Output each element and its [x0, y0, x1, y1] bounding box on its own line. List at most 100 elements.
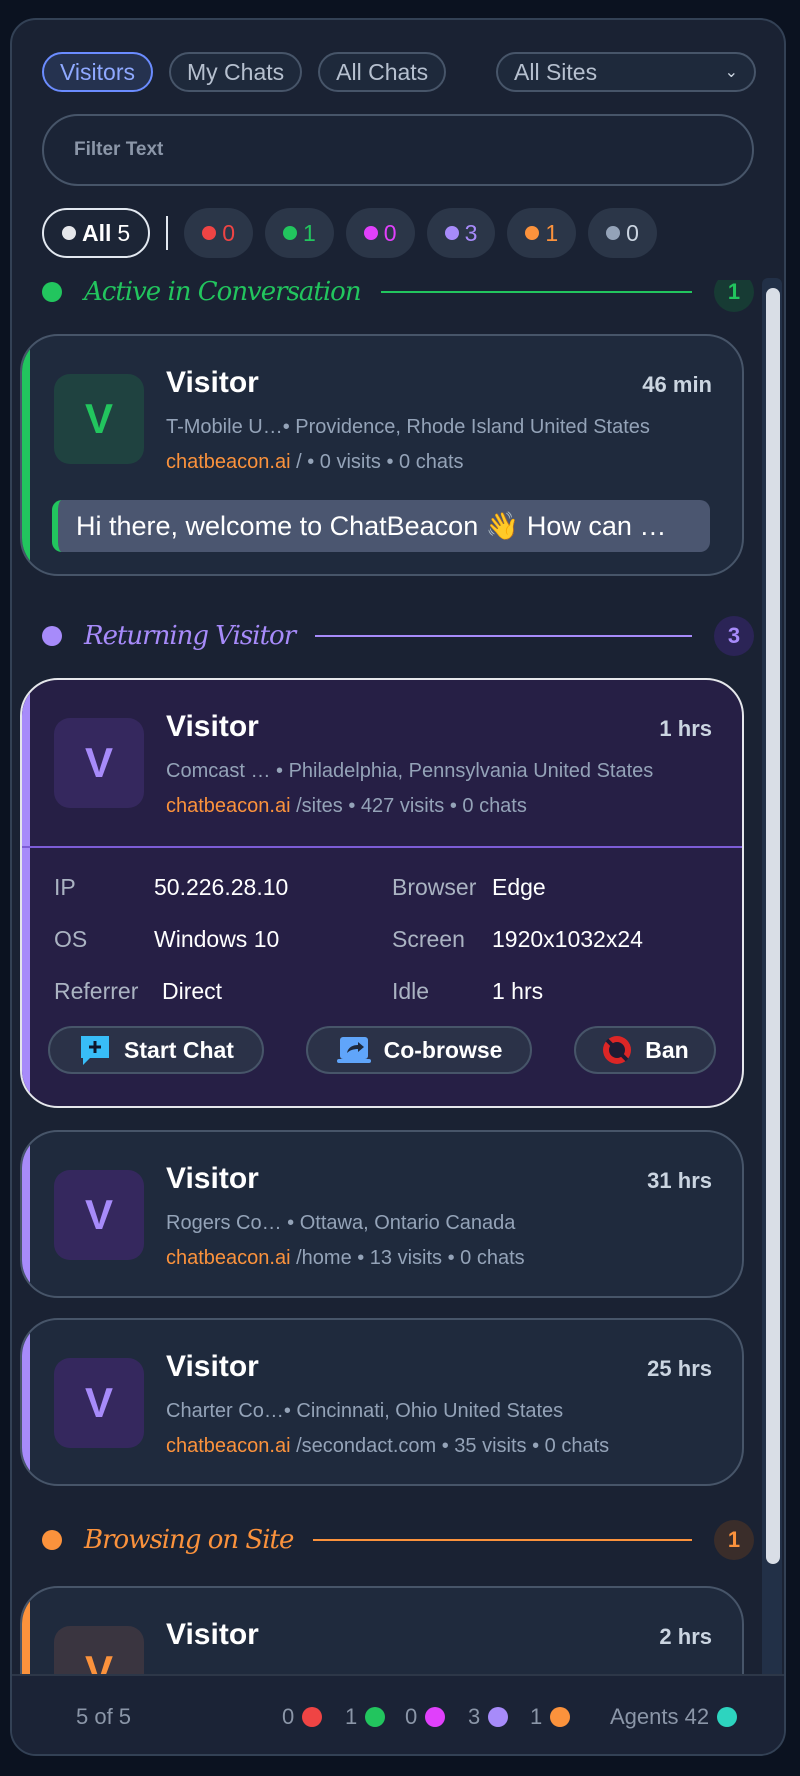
visitor-card[interactable]: V Visitor 2 hrs — [20, 1586, 744, 1682]
section-count: 1 — [714, 280, 754, 312]
footer-count: 1 — [345, 1704, 358, 1729]
dot-icon — [606, 226, 621, 240]
status-bar — [22, 1132, 30, 1296]
chip-all[interactable]: All 5 — [42, 208, 151, 258]
visitor-meta: chatbeacon.ai /home • 13 visits • 0 chat… — [166, 1247, 525, 1270]
idle-value: 1 hrs — [492, 978, 544, 1004]
ip-value: 50.226.28.10 — [154, 874, 289, 900]
tab-all-chats[interactable]: All Chats — [318, 52, 447, 92]
footer-status-magenta: 0 — [405, 1704, 446, 1730]
dot-icon — [282, 226, 297, 240]
status-bar — [22, 336, 30, 574]
dot-icon — [202, 226, 217, 240]
avatar: V — [54, 1358, 144, 1448]
section-header-active: Active in Conversation 1 — [42, 280, 754, 312]
section-count: 3 — [714, 616, 754, 656]
visitor-geo: • Cincinnati, Ohio United States — [283, 1400, 564, 1422]
visitor-site: chatbeacon.ai — [166, 451, 291, 473]
avatar: V — [54, 374, 144, 464]
dot-icon — [363, 226, 378, 240]
screen-value: 1920x1032x24 — [492, 926, 643, 952]
visitor-name: Visitor — [166, 1350, 259, 1383]
visitor-card-expanded[interactable]: V Visitor 1 hrs Comcast … • Philadelphia… — [20, 678, 744, 1108]
visitor-meta: chatbeacon.ai / • 0 visits • 0 chats — [166, 451, 464, 474]
site-select-value: All Sites — [514, 58, 598, 85]
dot-icon — [717, 1707, 738, 1727]
section-title: Returning Visitor — [84, 621, 296, 651]
cobrowse-button[interactable]: Co-browse — [306, 1026, 532, 1074]
avatar: V — [54, 718, 144, 808]
site-select[interactable]: All Sites ⌄ — [496, 52, 756, 92]
footer-count: 3 — [468, 1704, 481, 1729]
chat-plus-icon — [81, 1036, 110, 1065]
visitor-panel: Visitors My Chats All Chats All Sites ⌄ … — [10, 18, 786, 1756]
dot-icon — [365, 1707, 386, 1727]
section-header-browsing: Browsing on Site 1 — [42, 1520, 754, 1560]
chip-count: 0 — [626, 219, 639, 246]
visitor-geo: • Providence, Rhode Island United States — [282, 416, 650, 438]
browser-value: Edge — [492, 874, 546, 900]
ban-icon — [603, 1036, 632, 1064]
visitor-geo: • Philadelphia, Pennsylvania United Stat… — [270, 760, 654, 782]
chip-count: 0 — [383, 219, 397, 246]
status-dot-icon — [42, 626, 62, 646]
idle-label: Idle — [392, 978, 430, 1004]
status-dot-icon — [42, 282, 62, 302]
visitor-name: Visitor — [166, 1162, 259, 1195]
section-divider — [380, 291, 692, 293]
referrer-value: Direct — [162, 978, 223, 1004]
os-label: OS — [54, 926, 88, 952]
visitor-card[interactable]: V Visitor 31 hrs Rogers Co… • Ottawa, On… — [20, 1130, 744, 1298]
section-header-returning: Returning Visitor 3 — [42, 616, 754, 656]
tab-my-chats[interactable]: My Chats — [169, 52, 303, 92]
status-filter-chips: All 5 0 1 0 3 1 0 — [42, 208, 657, 258]
visitor-path: /secondact.com • 35 visits • 0 chats — [290, 1435, 610, 1457]
agents-online: Agents 42 — [610, 1704, 738, 1730]
chip-status-purple[interactable]: 3 — [426, 208, 496, 258]
visitor-name: Visitor — [166, 710, 259, 743]
start-chat-label: Start Chat — [124, 1036, 234, 1063]
filter-input[interactable]: Filter Text — [42, 114, 754, 186]
visitor-card[interactable]: V Visitor 25 hrs Charter Co…• Cincinnati… — [20, 1318, 744, 1486]
visitor-time: 31 hrs — [647, 1168, 712, 1193]
footer-count: 1 — [530, 1704, 543, 1729]
section-title: Browsing on Site — [84, 1525, 294, 1555]
visitor-meta: chatbeacon.ai /sites • 427 visits • 0 ch… — [166, 795, 527, 818]
visitor-card[interactable]: V Visitor 46 min T-Mobile U…• Providence… — [20, 334, 744, 576]
visitor-isp: Charter Co… — [166, 1400, 284, 1422]
chip-status-magenta[interactable]: 0 — [345, 208, 415, 258]
footer-status-green: 1 — [345, 1704, 386, 1730]
status-bar — [22, 1588, 30, 1682]
section-count: 1 — [714, 1520, 754, 1560]
ip-label: IP — [54, 874, 76, 900]
start-chat-button[interactable]: Start Chat — [48, 1026, 264, 1074]
visitor-isp: Comcast … — [166, 760, 271, 782]
visitor-path: / • 0 visits • 0 chats — [290, 451, 464, 473]
dot-icon — [425, 1707, 446, 1727]
referrer-label: Referrer — [54, 978, 139, 1004]
status-footer: 5 of 5 0 1 0 3 1 Agents 42 — [12, 1674, 784, 1754]
chip-status-orange[interactable]: 1 — [507, 208, 577, 258]
visitor-name: Visitor — [166, 1618, 259, 1651]
dot-icon — [525, 226, 540, 240]
tab-visitors[interactable]: Visitors — [42, 52, 153, 92]
visitor-location: T-Mobile U…• Providence, Rhode Island Un… — [166, 416, 650, 439]
footer-count: 0 — [405, 1704, 418, 1729]
visitor-isp: T-Mobile U… — [166, 416, 283, 438]
chip-count: 1 — [302, 219, 316, 246]
visitor-time: 2 hrs — [659, 1624, 712, 1649]
visitor-time: 25 hrs — [647, 1356, 712, 1381]
ban-button[interactable]: Ban — [574, 1026, 716, 1074]
visitor-site: chatbeacon.ai — [166, 1435, 291, 1457]
chip-status-gray[interactable]: 0 — [588, 208, 657, 258]
footer-status-purple: 3 — [468, 1704, 509, 1730]
visitor-time: 1 hrs — [659, 716, 712, 741]
visitor-path: /home • 13 visits • 0 chats — [290, 1247, 525, 1269]
tab-bar: Visitors My Chats All Chats — [42, 52, 447, 92]
chip-status-red[interactable]: 0 — [184, 208, 253, 258]
dot-icon — [444, 226, 459, 240]
last-message-preview: Hi there, welcome to ChatBeacon 👋 How ca… — [52, 500, 710, 552]
chip-status-green[interactable]: 1 — [264, 208, 334, 258]
section-title: Active in Conversation — [84, 280, 362, 307]
dot-icon — [62, 226, 76, 240]
